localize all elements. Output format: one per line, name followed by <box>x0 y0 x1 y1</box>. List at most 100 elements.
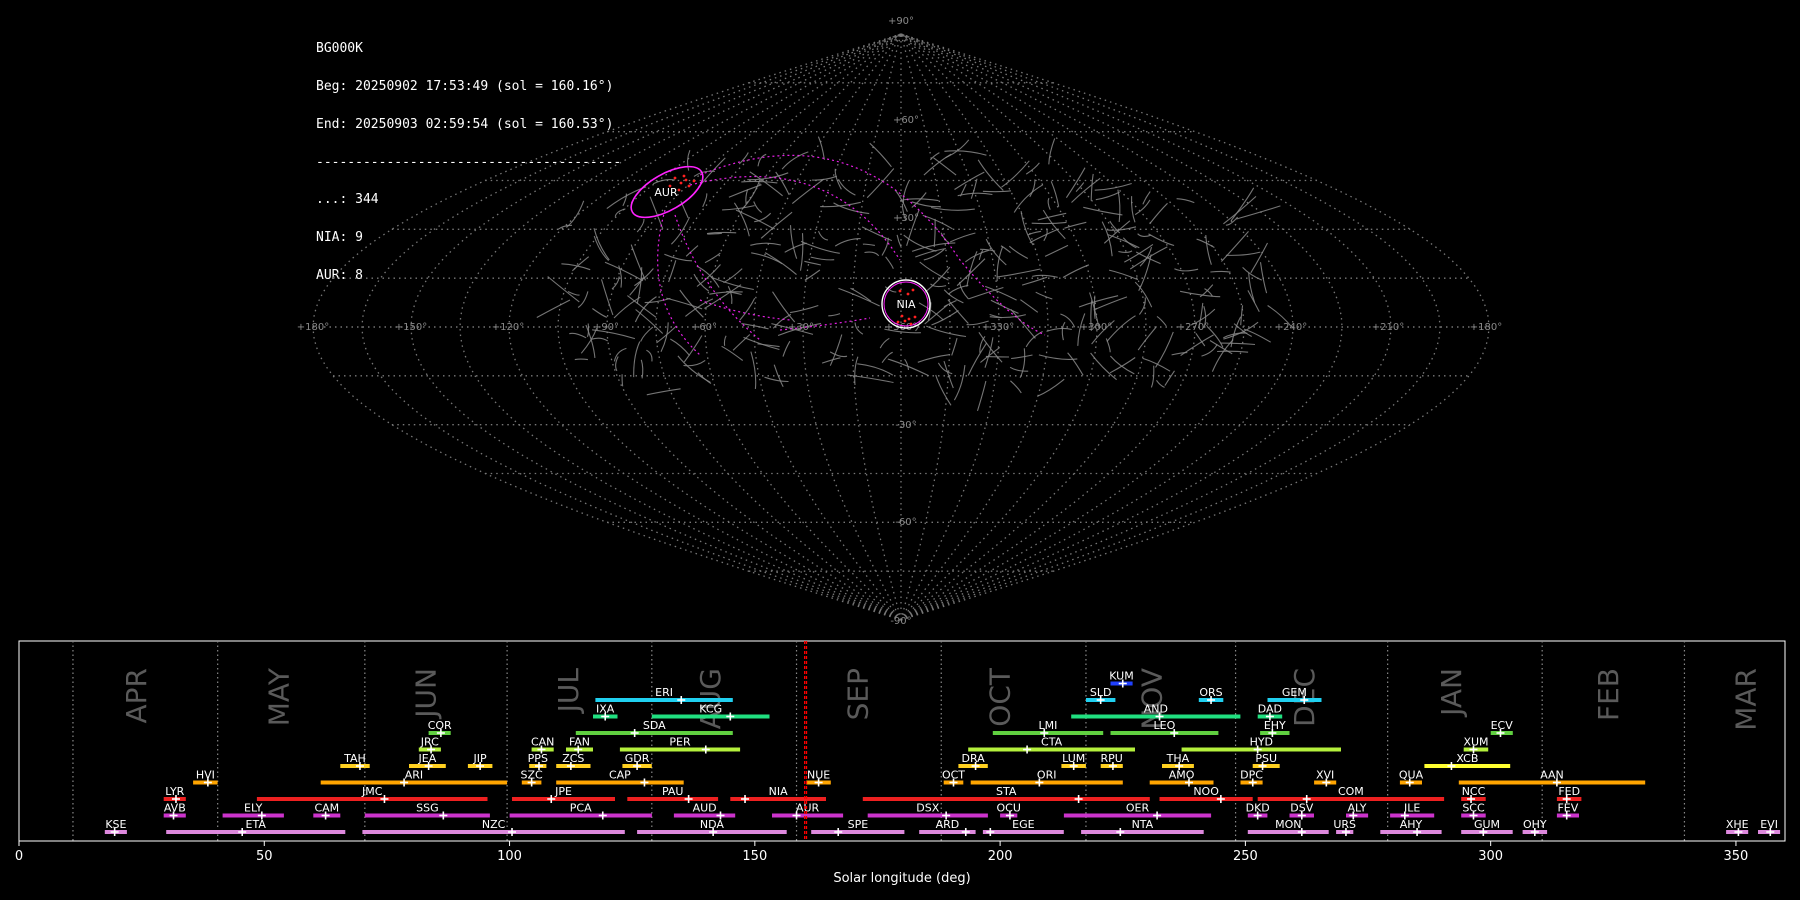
shower-aly: ALY <box>1346 802 1369 820</box>
shower-label: EVI <box>1760 818 1778 831</box>
shower-label: GUM <box>1474 818 1500 831</box>
shower-pau: PAU <box>627 785 719 803</box>
shower-tha: THA <box>1162 752 1194 770</box>
shower-ixa: IXA <box>593 703 618 721</box>
shower-label: ERI <box>655 686 673 699</box>
shower-kcg: KCG <box>651 703 770 721</box>
shower-dsx: DSX <box>867 802 988 820</box>
shower-label: ECV <box>1491 719 1514 732</box>
shower-can: CAN <box>531 736 554 754</box>
shower-label: AUR <box>796 802 820 815</box>
shower-ohy: OHY <box>1522 818 1548 836</box>
x-tick-label: 300 <box>1478 849 1503 864</box>
month-label: SEP <box>841 668 874 720</box>
shower-fev: FEV <box>1556 802 1579 820</box>
month-label: MAR <box>1729 668 1762 731</box>
shower-label: QUA <box>1399 769 1424 782</box>
shower-label: JEA <box>418 752 437 765</box>
shower-label: ILE <box>1404 802 1420 815</box>
shower-label: CAM <box>314 802 339 815</box>
shower-label: JPE <box>554 785 572 798</box>
shower-ahy: AHY <box>1380 818 1442 836</box>
shower-ors: ORS <box>1198 686 1224 704</box>
shower-psu: PSU <box>1252 752 1280 770</box>
shower-label: NDA <box>700 818 725 831</box>
shower-label: ORS <box>1199 686 1222 699</box>
x-axis-ticks: 0 50 100 150 200 250 300 350 <box>15 841 1748 864</box>
shower-label: KSE <box>105 818 126 831</box>
shower-label: MON <box>1275 818 1301 831</box>
shower-ori: ORI <box>970 769 1123 787</box>
shower-label: LMI <box>1038 719 1057 732</box>
shower-label: LUM <box>1062 752 1085 765</box>
shower-label: OCU <box>997 802 1021 815</box>
shower-label: DSX <box>916 802 939 815</box>
shower-cor: COR <box>428 719 452 737</box>
shower-zcs: ZCS <box>556 752 591 770</box>
month-label: FEB <box>1592 668 1625 721</box>
shower-jrc: JRC <box>418 736 441 754</box>
shower-dpc: DPC <box>1240 769 1263 787</box>
shower-urs: URS <box>1333 818 1356 836</box>
shower-label: ARD <box>936 818 960 831</box>
shower-jip: JIP <box>467 752 493 770</box>
shower-leo: LEO <box>1110 719 1219 737</box>
shower-label: SCC <box>1462 802 1485 815</box>
shower-fed: FED <box>1556 785 1582 803</box>
shower-label: XVI <box>1316 769 1334 782</box>
shower-label: COM <box>1338 785 1364 798</box>
shower-label: ALY <box>1348 802 1367 815</box>
shower-oct: OCT <box>942 769 965 787</box>
month-labels: APR MAY JUN JUL AUG SEP OCT NOV DEC JAN FEB MAR <box>120 667 1762 731</box>
shower-lum: LUM <box>1061 752 1086 770</box>
shower-label: HYD <box>1250 736 1273 749</box>
shower-label: AUD <box>693 802 717 815</box>
shower-label: SSG <box>416 802 439 815</box>
shower-aud: AUD <box>673 802 736 820</box>
shower-label: PSU <box>1255 752 1277 765</box>
x-tick-label: 150 <box>742 849 767 864</box>
shower-label: NUE <box>807 769 830 782</box>
shower-label: JMC <box>361 785 383 798</box>
shower-label: XCB <box>1456 752 1478 765</box>
shower-ard: ARD <box>919 818 976 836</box>
shower-label: PCA <box>570 802 592 815</box>
shower-label: XUM <box>1463 736 1488 749</box>
month-label: JAN <box>1435 668 1468 718</box>
x-tick-label: 0 <box>15 849 23 864</box>
shower-label: PAU <box>662 785 684 798</box>
shower-label: CAP <box>609 769 631 782</box>
shower-label: CAN <box>531 736 554 749</box>
shower-label: SZC <box>520 769 543 782</box>
shower-ely: ELY <box>222 802 284 820</box>
shower-label: LEO <box>1154 719 1176 732</box>
shower-label: FAN <box>569 736 590 749</box>
x-tick-label: 50 <box>256 849 273 864</box>
shower-spe: SPE <box>811 818 905 836</box>
shower-ocu: OCU <box>997 802 1021 820</box>
shower-label: KCG <box>699 703 722 716</box>
shower-hvi: HVI <box>193 769 218 787</box>
shower-qua: QUA <box>1399 769 1424 787</box>
shower-noo: NOO <box>1159 785 1253 803</box>
month-label: APR <box>120 668 153 724</box>
shower-xcb: XCB <box>1424 752 1511 770</box>
shower-label: PER <box>669 736 691 749</box>
shower-nda: NDA <box>637 818 787 836</box>
shower-label: EHY <box>1264 719 1286 732</box>
shower-lyr: LYR <box>163 785 186 803</box>
shower-label: SPE <box>848 818 869 831</box>
shower-ecv: ECV <box>1491 719 1514 737</box>
shower-ege: EGE <box>982 818 1064 836</box>
shower-label: PPS <box>528 752 548 765</box>
shower-kse: KSE <box>104 818 127 836</box>
shower-cta: CTA <box>968 736 1135 754</box>
shower-label: STA <box>996 785 1017 798</box>
shower-label: LYR <box>165 785 184 798</box>
shower-ncc: NCC <box>1461 785 1486 803</box>
shower-label: DKD <box>1246 802 1270 815</box>
x-axis-label: Solar longitude (deg) <box>833 871 970 886</box>
x-tick-label: 200 <box>988 849 1013 864</box>
shower-label: FED <box>1558 785 1580 798</box>
shower-label: CTA <box>1041 736 1063 749</box>
